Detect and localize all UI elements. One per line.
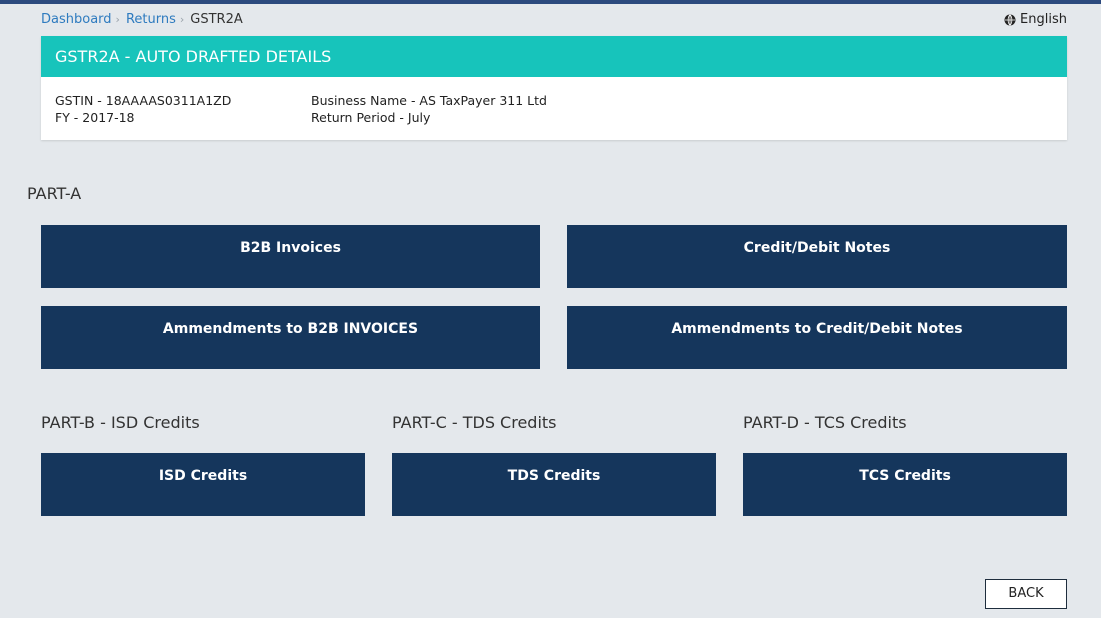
business-name-text: Business Name - AS TaxPayer 311 Ltd — [311, 93, 547, 108]
amendments-credit-debit-notes-button[interactable]: Ammendments to Credit/Debit Notes — [567, 306, 1067, 369]
chevron-right-icon: › — [115, 13, 120, 26]
part-d-heading: PART-D - TCS Credits — [743, 413, 907, 432]
language-label: English — [1020, 12, 1067, 27]
return-period-text: Return Period - July — [311, 110, 431, 125]
chevron-right-icon: › — [179, 13, 185, 26]
breadcrumb: Dashboard › Returns › GSTR2A — [41, 11, 243, 28]
part-b-heading: PART-B - ISD Credits — [41, 413, 200, 432]
breadcrumb-returns-link[interactable]: Returns — [126, 12, 176, 27]
credit-debit-notes-button[interactable]: Credit/Debit Notes — [567, 225, 1067, 288]
back-button[interactable]: BACK — [985, 579, 1067, 609]
fy-text: FY - 2017-18 — [55, 110, 135, 125]
tds-credits-button[interactable]: TDS Credits — [392, 453, 716, 516]
amendments-b2b-invoices-button[interactable]: Ammendments to B2B INVOICES — [41, 306, 540, 369]
tcs-credits-button[interactable]: TCS Credits — [743, 453, 1067, 516]
isd-credits-button[interactable]: ISD Credits — [41, 453, 365, 516]
top-accent-bar — [0, 0, 1101, 4]
breadcrumb-current: GSTR2A — [190, 12, 243, 27]
details-card-title: GSTR2A - AUTO DRAFTED DETAILS — [41, 36, 1067, 77]
details-card-body: GSTIN - 18AAAAS0311A1ZD FY - 2017-18 Bus… — [41, 77, 1067, 140]
b2b-invoices-button[interactable]: B2B Invoices — [41, 225, 540, 288]
breadcrumb-dashboard-link[interactable]: Dashboard — [41, 12, 112, 27]
details-card: GSTR2A - AUTO DRAFTED DETAILS GSTIN - 18… — [41, 36, 1067, 140]
globe-icon — [1004, 14, 1016, 25]
gstin-text: GSTIN - 18AAAAS0311A1ZD — [55, 93, 232, 108]
part-c-heading: PART-C - TDS Credits — [392, 413, 557, 432]
language-selector[interactable]: English — [1004, 11, 1067, 28]
part-a-heading: PART-A — [27, 184, 82, 203]
